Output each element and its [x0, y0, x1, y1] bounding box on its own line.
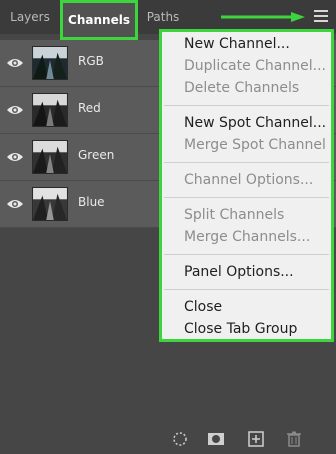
eye-icon[interactable] [6, 56, 24, 70]
channel-label: Green [78, 148, 115, 162]
eye-icon[interactable] [6, 197, 24, 211]
channel-thumbnail [32, 187, 68, 221]
eye-icon[interactable] [6, 103, 24, 117]
tab-channels[interactable]: Channels [60, 0, 138, 40]
channel-thumbnail [32, 93, 68, 127]
menu-divider [164, 105, 329, 106]
tab-layers[interactable]: Layers [4, 0, 56, 34]
menu-item-merge-spot-channel[interactable]: Merge Spot Channel [162, 134, 331, 156]
channels-panel: Layers Channels Paths RGB Red Green Blue… [0, 0, 336, 454]
panel-flyout-menu: New Channel... Duplicate Channel... Dele… [159, 29, 334, 342]
menu-divider [164, 197, 329, 198]
menu-item-delete-channels[interactable]: Delete Channels [162, 77, 331, 99]
load-selection-icon[interactable] [171, 430, 189, 448]
menu-item-merge-channels[interactable]: Merge Channels... [162, 226, 331, 248]
menu-item-close-tab-group[interactable]: Close Tab Group [162, 318, 331, 340]
trash-icon[interactable] [285, 430, 303, 448]
bottom-toolbar [0, 424, 336, 454]
save-selection-mask-icon[interactable] [207, 430, 225, 448]
menu-item-close[interactable]: Close [162, 296, 331, 318]
menu-item-new-spot-channel[interactable]: New Spot Channel... [162, 112, 331, 134]
panel-menu-icon[interactable] [314, 10, 328, 24]
channel-thumbnail [32, 46, 68, 80]
pointer-arrow-icon [221, 12, 305, 22]
menu-divider [164, 162, 329, 163]
menu-item-duplicate-channel[interactable]: Duplicate Channel... [162, 55, 331, 77]
channel-label: RGB [78, 54, 104, 68]
menu-item-panel-options[interactable]: Panel Options... [162, 261, 331, 283]
menu-item-channel-options[interactable]: Channel Options... [162, 169, 331, 191]
channel-label: Red [78, 101, 101, 115]
menu-item-split-channels[interactable]: Split Channels [162, 204, 331, 226]
eye-icon[interactable] [6, 150, 24, 164]
new-channel-icon[interactable] [247, 430, 265, 448]
menu-item-new-channel[interactable]: New Channel... [162, 33, 331, 55]
channel-label: Blue [78, 195, 105, 209]
menu-divider [164, 254, 329, 255]
menu-divider [164, 289, 329, 290]
channel-thumbnail [32, 140, 68, 174]
